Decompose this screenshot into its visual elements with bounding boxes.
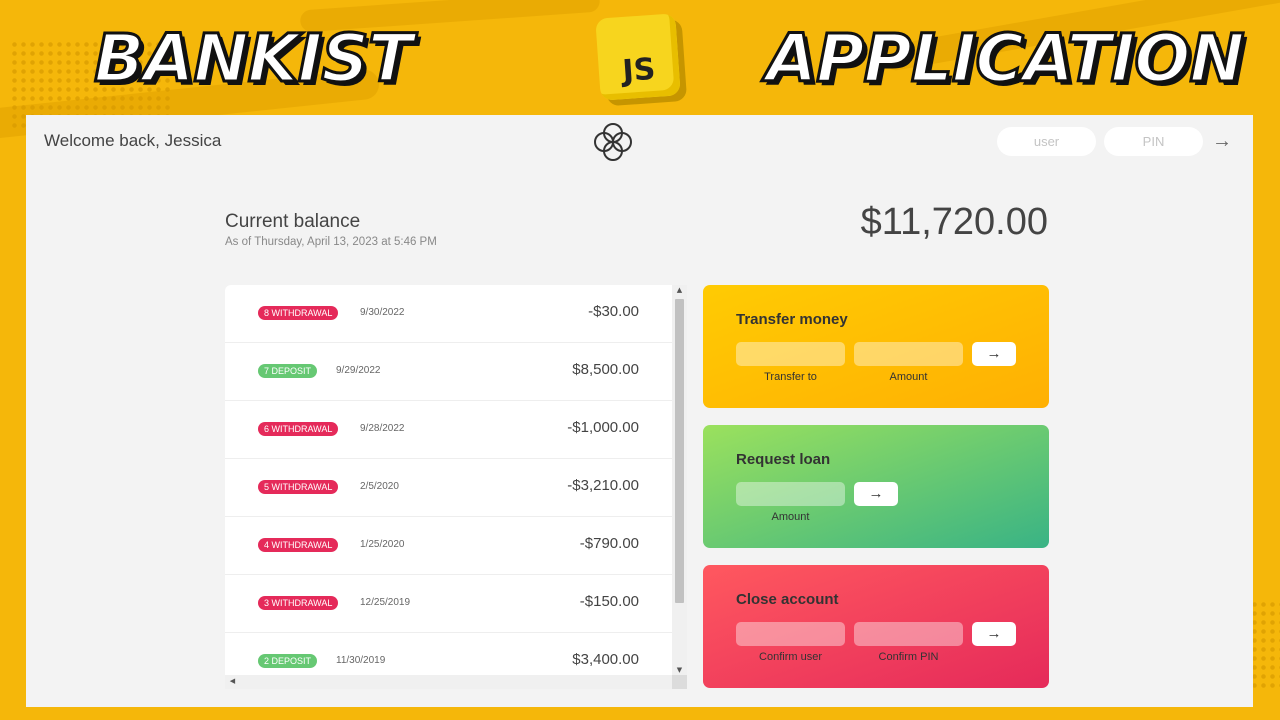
transfer-to-label: Transfer to — [764, 371, 817, 383]
movement-value: $8,500.00 — [572, 361, 639, 378]
movement-type-badge: 7 DEPOSIT — [258, 364, 318, 378]
scroll-left-arrow-icon[interactable]: ◀ — [225, 677, 240, 685]
loan-title: Request loan — [736, 451, 831, 468]
balance-date: As of Thursday, April 13, 2023 at 5:46 P… — [225, 236, 437, 248]
loan-submit-button[interactable]: → — [854, 482, 898, 506]
login-pin-input[interactable] — [1104, 127, 1203, 156]
movement-row: 8 WITHDRAWAL 9/30/2022 -$30.00 — [225, 285, 673, 343]
movement-row: 4 WITHDRAWAL 1/25/2020 -$790.00 — [225, 517, 673, 575]
request-loan-panel: Request loan → Amount — [703, 425, 1049, 548]
login-user-input[interactable] — [997, 127, 1096, 156]
transfer-amount-label: Amount — [889, 371, 928, 383]
scrollbar-thumb[interactable] — [675, 299, 684, 603]
welcome-message: Welcome back, Jessica — [44, 131, 222, 150]
transfer-money-panel: Transfer money → Transfer to Amount — [703, 285, 1049, 408]
loan-amount-label: Amount — [771, 511, 810, 523]
close-account-panel: Close account → Confirm user Confirm PIN — [703, 565, 1049, 688]
movement-date: 9/28/2022 — [360, 423, 405, 434]
scrollbar-corner — [672, 675, 687, 689]
movement-value: -$790.00 — [579, 535, 639, 552]
movement-date: 12/25/2019 — [360, 597, 411, 608]
movement-row: 7 DEPOSIT 9/29/2022 $8,500.00 — [225, 343, 673, 401]
banner-title-right: APPLICATION — [765, 19, 1247, 99]
transfer-submit-button[interactable]: → — [972, 342, 1016, 366]
close-user-input[interactable] — [736, 622, 845, 646]
movement-type-badge: 4 WITHDRAWAL — [258, 538, 339, 552]
movement-value: -$1,000.00 — [567, 419, 639, 436]
movement-row: 6 WITHDRAWAL 9/28/2022 -$1,000.00 — [225, 401, 673, 459]
transfer-title: Transfer money — [736, 311, 848, 328]
close-pin-input[interactable] — [854, 622, 963, 646]
movement-value: -$30.00 — [588, 303, 639, 320]
transfer-amount-input[interactable] — [854, 342, 963, 366]
balance-value: $11,720.00 — [860, 201, 1048, 243]
movement-date: 9/29/2022 — [336, 365, 381, 376]
bankist-logo-icon — [594, 123, 632, 161]
movements-vertical-scrollbar[interactable]: ▲ ▼ — [672, 285, 687, 675]
movements-horizontal-scrollbar[interactable]: ◀ ▶ — [225, 675, 687, 689]
movement-value: -$150.00 — [579, 593, 639, 610]
banner-title-left: BANKIST — [93, 19, 415, 99]
movement-date: 11/30/2019 — [336, 655, 386, 666]
close-submit-button[interactable]: → — [972, 622, 1016, 646]
close-title: Close account — [736, 591, 839, 608]
movements-list[interactable]: 8 WITHDRAWAL 9/30/2022 -$30.00 7 DEPOSIT… — [225, 285, 687, 689]
movement-row: 5 WITHDRAWAL 2/5/2020 -$3,210.00 — [225, 459, 673, 517]
movement-type-badge: 8 WITHDRAWAL — [258, 306, 339, 320]
movement-type-badge: 2 DEPOSIT — [258, 654, 318, 668]
js-logo-badge: JS — [595, 13, 681, 101]
close-user-label: Confirm user — [759, 651, 822, 663]
movement-row: 3 WITHDRAWAL 12/25/2019 -$150.00 — [225, 575, 673, 633]
movement-date: 2/5/2020 — [360, 481, 399, 492]
transfer-to-input[interactable] — [736, 342, 845, 366]
loan-amount-input[interactable] — [736, 482, 845, 506]
movement-value: -$3,210.00 — [567, 477, 639, 494]
bankist-app: Welcome back, Jessica → Current balance … — [26, 115, 1253, 707]
login-arrow-button[interactable]: → — [1210, 127, 1234, 155]
balance-label: Current balance — [225, 211, 361, 232]
scroll-down-arrow-icon[interactable]: ▼ — [672, 666, 687, 674]
movement-type-badge: 5 WITHDRAWAL — [258, 480, 339, 494]
movement-date: 9/30/2022 — [360, 307, 405, 318]
close-pin-label: Confirm PIN — [878, 651, 939, 663]
movement-type-badge: 3 WITHDRAWAL — [258, 596, 339, 610]
movement-type-badge: 6 WITHDRAWAL — [258, 422, 339, 436]
movement-value: $3,400.00 — [572, 651, 639, 668]
movement-date: 1/25/2020 — [360, 539, 405, 550]
scroll-up-arrow-icon[interactable]: ▲ — [672, 286, 687, 294]
js-logo-text: JS — [621, 51, 657, 90]
